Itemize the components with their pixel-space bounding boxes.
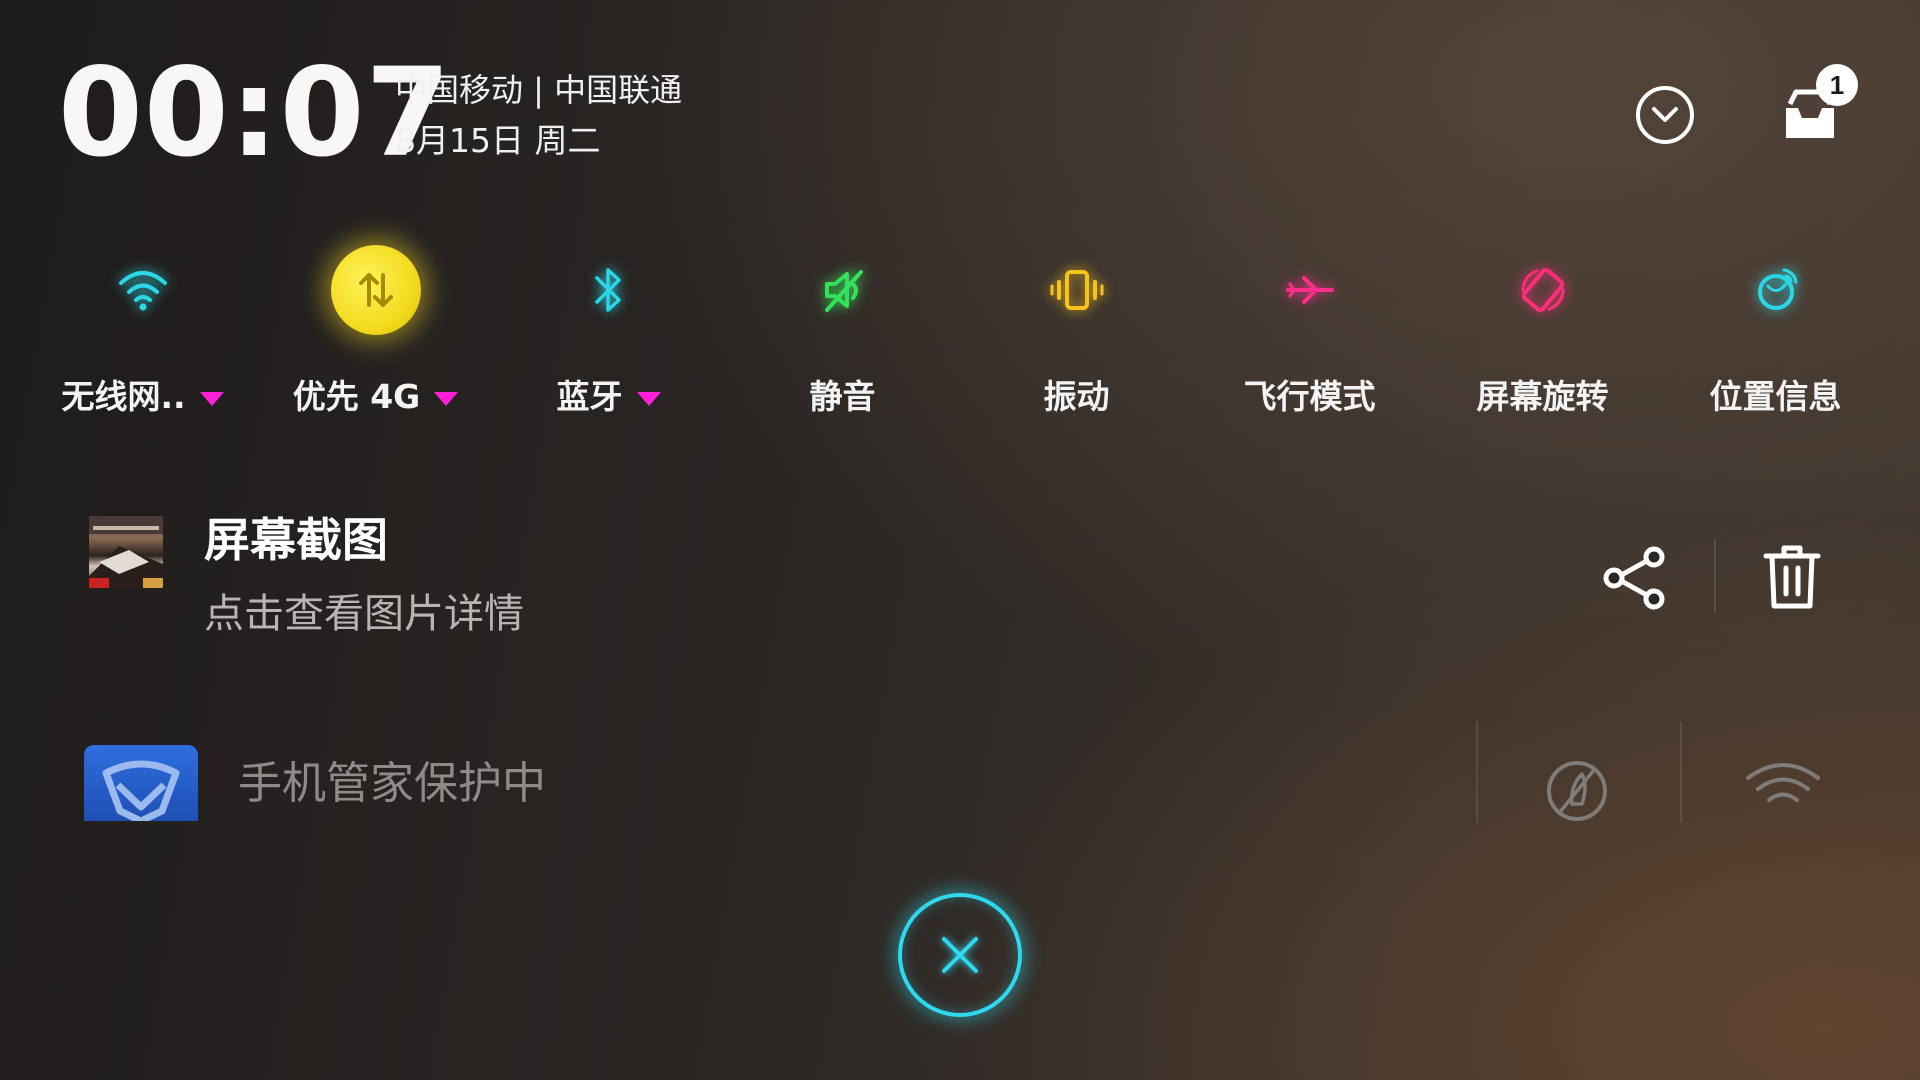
rotate-icon (1521, 268, 1564, 312)
airplane-icon (1285, 276, 1334, 304)
notification-count-badge: 1 (1816, 64, 1858, 106)
toggle-bluetooth[interactable]: 蓝牙 (492, 232, 725, 422)
trash-icon (1763, 545, 1821, 609)
toggle-airplane[interactable]: 飞行模式 (1193, 232, 1426, 422)
clear-notifications-button[interactable] (898, 893, 1022, 1017)
guard-divider (1476, 722, 1478, 822)
date-label: 8月15日 周二 (395, 121, 601, 160)
toggle-rotate[interactable]: 屏幕旋转 (1426, 232, 1659, 422)
dropdown-arrow-icon[interactable] (434, 391, 459, 406)
mute-icon (824, 270, 863, 312)
clock: 00:07 (58, 42, 452, 184)
screenshot-subtitle: 点击查看图片详情 (204, 591, 524, 637)
rocket-icon (1547, 761, 1607, 821)
toggle-vibrate-label: 振动 (1043, 377, 1110, 416)
accelerate-button[interactable] (1542, 756, 1612, 826)
screenshot-thumbnail (89, 516, 163, 588)
location-icon (1757, 268, 1797, 310)
toggle-airplane-label: 飞行模式 (1243, 377, 1376, 416)
guard-divider (1680, 722, 1682, 822)
toggle-wifi[interactable]: 无线网.. (26, 232, 259, 422)
toggle-mute-label: 静音 (809, 377, 876, 416)
toggle-bluetooth-label: 蓝牙 (556, 377, 623, 416)
action-divider (1714, 540, 1716, 612)
dropdown-arrow-icon[interactable] (636, 391, 661, 406)
shield-app-icon (84, 745, 198, 821)
bluetooth-icon (594, 268, 621, 312)
toggle-vibrate[interactable]: 振动 (960, 232, 1193, 422)
wifi-icon (1746, 763, 1820, 802)
close-icon (942, 937, 978, 973)
mobile-data-icon (330, 245, 421, 335)
dropdown-arrow-icon[interactable] (199, 391, 224, 406)
share-icon (1603, 546, 1665, 610)
delete-button[interactable] (1760, 542, 1824, 612)
toggle-wifi-label: 无线网.. (61, 377, 186, 416)
toggle-rotate-label: 屏幕旋转 (1476, 377, 1609, 416)
share-button[interactable] (1600, 546, 1670, 610)
toggle-location[interactable]: 位置信息 (1659, 232, 1892, 422)
wifi-security-button[interactable] (1742, 756, 1824, 818)
vibrate-icon (1050, 270, 1103, 310)
toggle-mute[interactable]: 静音 (726, 232, 959, 422)
phone-guard-status: 手机管家保护中 (238, 758, 546, 809)
collapse-panel-button[interactable] (1636, 86, 1694, 144)
chevron-down-icon (1652, 107, 1678, 122)
toggle-location-label: 位置信息 (1709, 377, 1842, 416)
wifi-icon (118, 271, 167, 311)
toggle-mobile-data-label: 优先 4G (292, 377, 421, 416)
screenshot-title: 屏幕截图 (204, 513, 388, 567)
toggle-mobile-data[interactable]: 优先 4G (259, 232, 492, 422)
carrier-label: 中国移动 | 中国联通 (395, 71, 683, 109)
